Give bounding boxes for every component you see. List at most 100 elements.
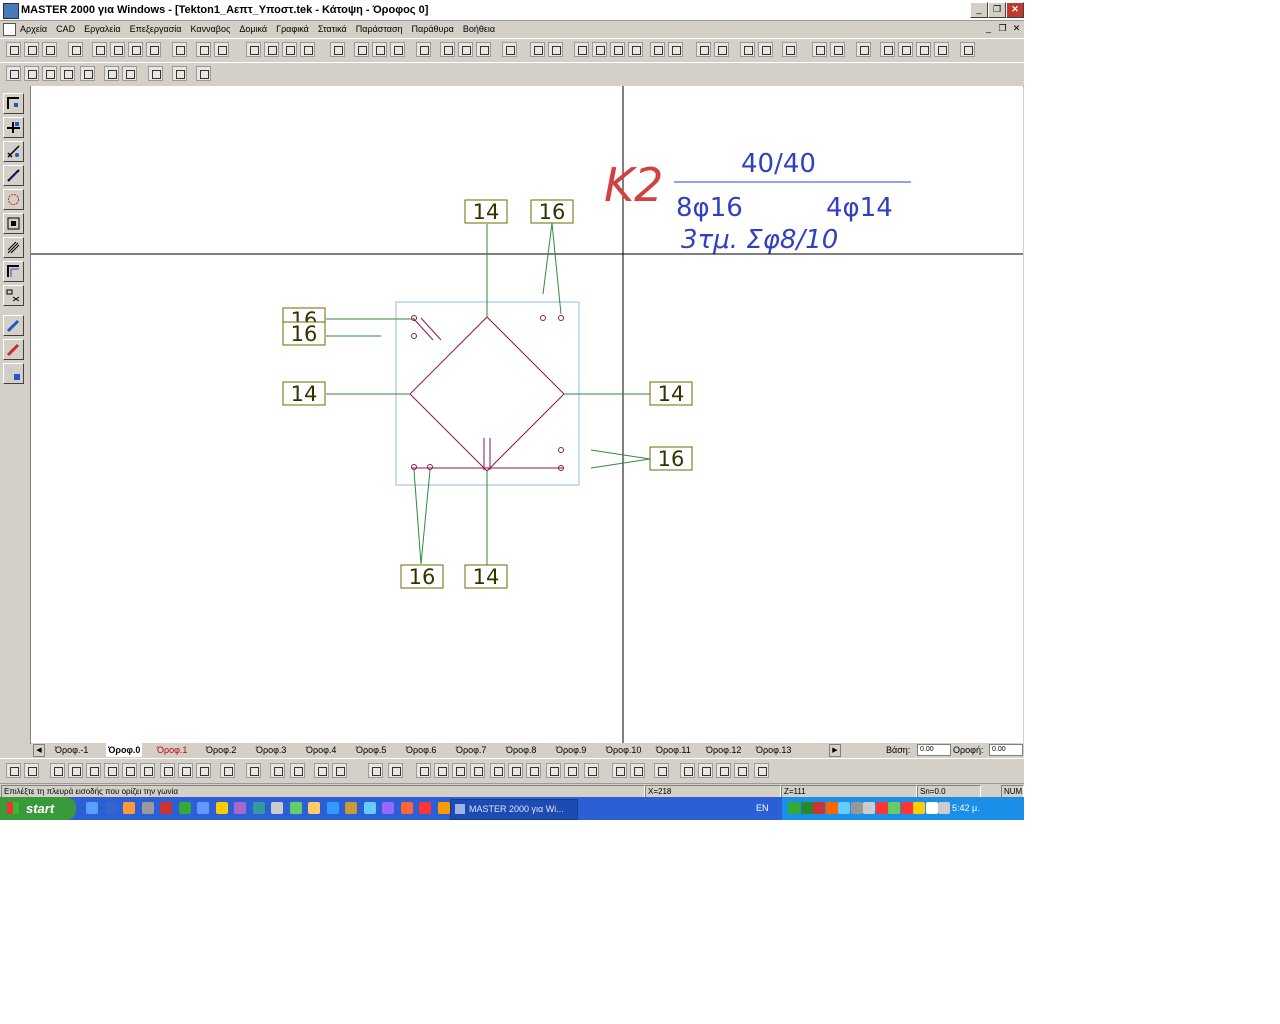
tb1-button-8[interactable] [172, 42, 187, 57]
tb1-button-16[interactable] [354, 42, 369, 57]
quick-launch-icon-19[interactable] [437, 802, 450, 814]
tb1-button-10[interactable] [214, 42, 229, 57]
tb2-button-6[interactable] [122, 66, 137, 81]
bottomtb-button-25[interactable] [526, 763, 541, 778]
menu-item-10[interactable]: Βοήθεια [463, 24, 495, 34]
bottomtb-button-20[interactable] [434, 763, 449, 778]
bottomtb-button-11[interactable] [220, 763, 235, 778]
tab-floor-8[interactable]: Όροφ.7 [456, 743, 486, 757]
tray-icon-6[interactable] [863, 802, 875, 814]
quick-launch-icon-9[interactable] [252, 802, 265, 814]
quick-launch-icon-8[interactable] [234, 802, 246, 814]
frame-tool-button[interactable] [3, 261, 24, 282]
tb2-button-5[interactable] [104, 66, 119, 81]
minimize-button[interactable]: _ [970, 2, 988, 18]
tb2-button-0[interactable] [6, 66, 21, 81]
quick-launch-icon-15[interactable] [363, 802, 376, 814]
tray-icon-1[interactable] [800, 802, 813, 814]
tab-floor-13[interactable]: Όροφ.12 [706, 743, 741, 757]
tb1-button-3[interactable] [68, 42, 83, 57]
tb1-button-24[interactable] [530, 42, 545, 57]
bottomtb-button-33[interactable] [698, 763, 713, 778]
tab-floor-7[interactable]: Όροφ.6 [406, 743, 436, 757]
quick-launch-icon-18[interactable] [419, 802, 431, 814]
tray-icon-10[interactable] [913, 802, 925, 814]
bottomtb-button-1[interactable] [24, 763, 39, 778]
tb1-button-37[interactable] [812, 42, 827, 57]
tb1-button-6[interactable] [128, 42, 143, 57]
tb1-button-31[interactable] [668, 42, 683, 57]
menu-item-4[interactable]: Κανναβος [190, 24, 230, 34]
tb2-button-8[interactable] [172, 66, 187, 81]
quick-launch-icon-14[interactable] [345, 802, 357, 814]
hatch-tool-button[interactable] [3, 237, 24, 258]
tb1-button-39[interactable] [856, 42, 871, 57]
quick-launch-icon-6[interactable] [197, 802, 209, 814]
tb1-button-19[interactable] [416, 42, 431, 57]
tb1-button-41[interactable] [898, 42, 913, 57]
tab-floor-1[interactable]: Όροφ.0 [106, 743, 143, 757]
tray-icon-9[interactable] [900, 802, 913, 814]
tb1-button-40[interactable] [880, 42, 895, 57]
menu-item-7[interactable]: Στατικά [318, 24, 347, 34]
bottomtb-button-7[interactable] [140, 763, 155, 778]
tab-floor-12[interactable]: Όροφ.11 [656, 743, 691, 757]
mdi-close-button[interactable]: ✕ [1011, 23, 1022, 34]
bottomtb-button-17[interactable] [368, 763, 383, 778]
document-icon[interactable] [3, 23, 16, 36]
bottomtb-button-2[interactable] [50, 763, 65, 778]
quick-launch-icon-11[interactable] [289, 802, 302, 814]
bottomtb-button-15[interactable] [314, 763, 329, 778]
quick-launch-icon-7[interactable] [215, 802, 228, 814]
menu-item-8[interactable]: Παράσταση [356, 24, 403, 34]
bottomtb-button-30[interactable] [630, 763, 645, 778]
bottomtb-button-4[interactable] [86, 763, 101, 778]
tab-floor-0[interactable]: Όροφ.-1 [55, 743, 88, 757]
bottomtb-button-8[interactable] [160, 763, 175, 778]
bottomtb-button-10[interactable] [196, 763, 211, 778]
tray-icon-4[interactable] [838, 802, 850, 814]
tb1-button-21[interactable] [458, 42, 473, 57]
bottomtb-button-18[interactable] [388, 763, 403, 778]
menu-item-0[interactable]: Αρχεία [20, 24, 47, 34]
tb1-button-18[interactable] [390, 42, 405, 57]
quick-launch-icon-0[interactable] [86, 802, 98, 814]
tb1-button-35[interactable] [758, 42, 773, 57]
menu-item-3[interactable]: Επεξεργασία [130, 24, 182, 34]
bottomtb-button-14[interactable] [290, 763, 305, 778]
bottomtb-button-24[interactable] [508, 763, 523, 778]
tab-floor-3[interactable]: Όροφ.2 [206, 743, 236, 757]
tab-floor-4[interactable]: Όροφ.3 [256, 743, 286, 757]
tray-icon-3[interactable] [825, 802, 838, 814]
tb2-button-1[interactable] [24, 66, 39, 81]
tb1-button-14[interactable] [300, 42, 315, 57]
bottomtb-button-23[interactable] [490, 763, 505, 778]
base-field[interactable]: 0.00 [917, 744, 951, 756]
title-bar[interactable]: MASTER 2000 για Windows - [Tekton1_Αεπτ_… [0, 0, 1024, 21]
quick-launch-icon-16[interactable] [382, 802, 394, 814]
clock[interactable]: 5:42 μ. [952, 797, 980, 820]
drawing-canvas[interactable]: 14 16 16 16 14 14 16 16 14 K2 40/40 8φ16 4φ14 3τ… [31, 86, 1023, 743]
tab-floor-5[interactable]: Όροφ.4 [306, 743, 336, 757]
quick-launch-icon-17[interactable] [400, 802, 413, 814]
tb1-button-32[interactable] [696, 42, 711, 57]
tb1-button-22[interactable] [476, 42, 491, 57]
quick-launch-icon-13[interactable] [326, 802, 339, 814]
menu-item-1[interactable]: CAD [56, 24, 75, 34]
quick-launch-icon-1[interactable] [104, 802, 117, 814]
tb1-button-27[interactable] [592, 42, 607, 57]
bottomtb-button-22[interactable] [470, 763, 485, 778]
tb1-button-17[interactable] [372, 42, 387, 57]
bottomtb-button-19[interactable] [416, 763, 431, 778]
tb1-button-5[interactable] [110, 42, 125, 57]
menu-item-2[interactable]: Εργαλεία [84, 24, 121, 34]
tb1-button-2[interactable] [42, 42, 57, 57]
tb1-button-0[interactable] [6, 42, 21, 57]
dimension-tool-button[interactable] [3, 285, 24, 306]
mdi-minimize-button[interactable]: _ [983, 23, 994, 34]
tab-floor-10[interactable]: Όροφ.9 [556, 743, 586, 757]
slab-tool-button[interactable] [3, 141, 24, 162]
bottomtb-button-29[interactable] [612, 763, 627, 778]
bottomtb-button-5[interactable] [104, 763, 119, 778]
quick-launch-icon-2[interactable] [123, 802, 135, 814]
